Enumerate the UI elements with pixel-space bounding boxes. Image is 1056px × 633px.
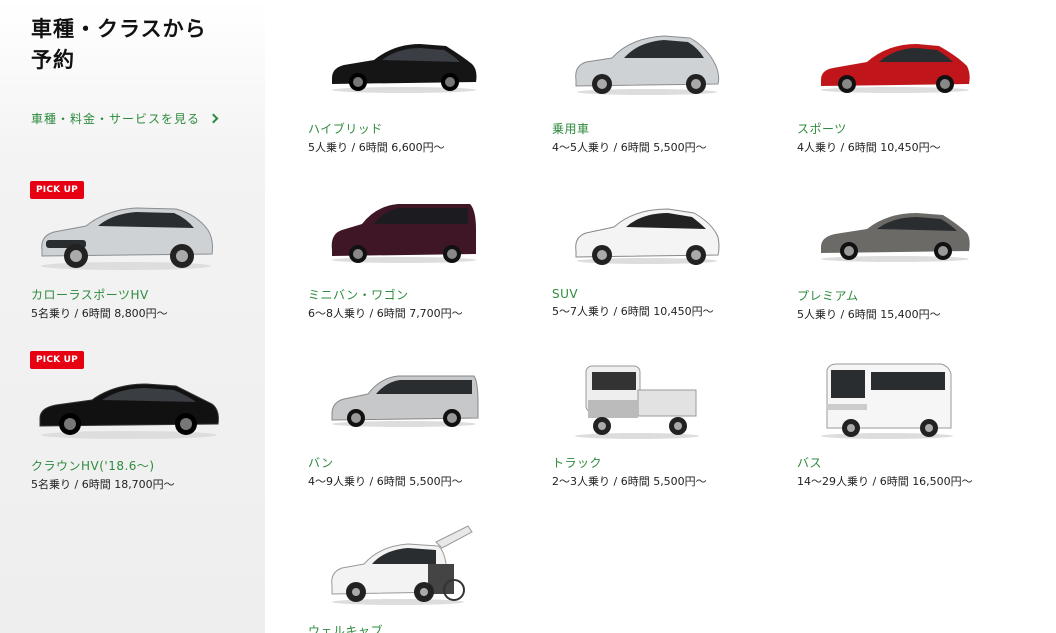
pickup-item[interactable]: カローラスポーツHV 5名乗り / 6時間 8,800円〜: [31, 286, 168, 321]
class-name: ミニバン・ワゴン: [308, 288, 409, 302]
sedan-black-icon: [332, 44, 477, 93]
class-spec: 4人乗り / 6時間 10,450円〜: [797, 141, 941, 154]
class-name: プレミアム: [797, 289, 859, 303]
class-name: ウェルキャブ: [308, 624, 384, 633]
class-spec: 6〜8人乗り / 6時間 7,700円〜: [308, 307, 463, 320]
class-name: 乗用車: [552, 122, 590, 136]
suv-white-icon: [575, 208, 720, 265]
class-spec: 4〜9人乗り / 6時間 5,500円〜: [308, 475, 463, 488]
class-spec: 14〜29人乗り / 6時間 16,500円〜: [797, 475, 973, 488]
page: 車種・クラスから 予約 車種・料金・サービスを見る PICK UP カローラスポ…: [0, 0, 1056, 633]
minivan-maroon-icon: [331, 204, 476, 263]
pickup-spec: 5名乗り / 6時間 8,800円〜: [31, 307, 168, 320]
class-spec: 2〜3人乗り / 6時間 5,500円〜: [552, 475, 707, 488]
class-spec: 4〜5人乗り / 6時間 5,500円〜: [552, 141, 707, 154]
pickup-badge: PICK UP: [30, 181, 84, 199]
truck-white-icon: [575, 365, 699, 439]
hatchback-silver-icon: [41, 207, 213, 270]
view-vehicles-link-label: 車種・料金・サービスを見る: [31, 112, 201, 126]
pickup-car-crown[interactable]: [36, 378, 222, 444]
hatchback-silver-icon: [575, 35, 720, 95]
class-spec: 5人乗り / 6時間 6,600円〜: [308, 141, 445, 154]
van-silver-icon: [331, 375, 479, 427]
chevron-right-icon: [208, 113, 219, 124]
class-name: スポーツ: [797, 122, 847, 136]
pickup-badge: PICK UP: [30, 351, 84, 369]
pickup-name: クラウンHV('18.6〜): [31, 459, 155, 473]
bus-white-icon: [821, 363, 953, 439]
class-name: ハイブリッド: [308, 122, 383, 136]
pickup-name: カローラスポーツHV: [31, 288, 149, 302]
class-name: トラック: [552, 456, 603, 470]
class-name: バン: [308, 456, 334, 470]
sedan-gray-icon: [821, 213, 970, 262]
class-spec: 5〜7人乗り / 6時間 10,450円〜: [552, 305, 714, 318]
sedan-black-icon: [39, 383, 219, 439]
pickup-car-corolla[interactable]: [36, 200, 216, 276]
class-name: バス: [797, 456, 823, 470]
class-spec: 5人乗り / 6時間 15,400円〜: [797, 308, 941, 321]
coupe-red-icon: [821, 44, 970, 93]
view-vehicles-link[interactable]: 車種・料金・サービスを見る: [31, 110, 219, 127]
sidebar-title: 車種・クラスから 予約: [31, 17, 207, 72]
pickup-spec: 5名乗り / 6時間 18,700円〜: [31, 478, 175, 491]
welcab-white-icon: [331, 525, 473, 605]
pickup-item[interactable]: クラウンHV('18.6〜) 5名乗り / 6時間 18,700円〜: [31, 457, 175, 492]
sidebar: 車種・クラスから 予約 車種・料金・サービスを見る PICK UP カローラスポ…: [0, 0, 265, 633]
class-name: SUV: [552, 287, 579, 301]
